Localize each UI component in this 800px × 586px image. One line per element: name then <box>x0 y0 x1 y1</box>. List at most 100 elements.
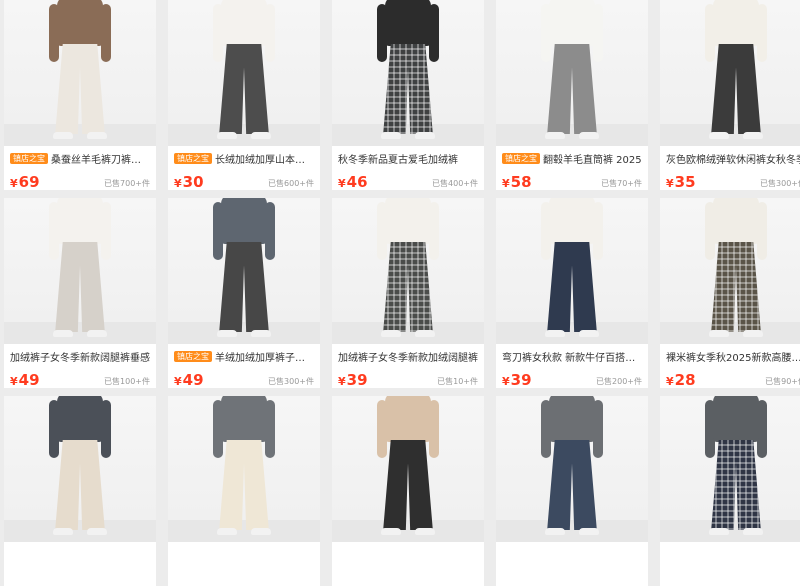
product-card[interactable]: 弯刀裤女秋款 新款牛仔百搭宽松 ¥39 已售200+件 <box>496 198 648 388</box>
product-photo[interactable] <box>496 396 648 542</box>
product-meta: 加绒裤子女冬季新款阔腿裤垂感 ¥49 已售100+件 <box>4 344 156 388</box>
model-top <box>57 0 103 46</box>
sold-count: 已售70+件 <box>601 179 642 188</box>
currency-symbol: ¥ <box>666 177 674 190</box>
product-photo[interactable] <box>168 0 320 146</box>
product-card[interactable]: 灰色欧棉绒弹软休闲裤女秋冬季 ¥35 已售300+件 <box>660 0 800 190</box>
product-title[interactable]: 加绒裤子女冬季新款加绒阔腿裤 <box>338 349 478 364</box>
product-card[interactable]: 裸米裤女季秋2025新款高腰显瘦 ¥28 已售90+件 <box>660 198 800 388</box>
currency-symbol: ¥ <box>174 177 182 190</box>
product-title[interactable]: 桑蚕丝羊毛裤刀裤秋冬季 <box>51 151 150 166</box>
model-figure <box>373 0 443 146</box>
product-title-row[interactable]: 镇店之宝 长绒加绒加厚山本阔腿裤 <box>174 151 314 166</box>
product-card[interactable]: 镇店之宝 羊绒加绒加厚裤子女冬季 ¥49 已售300+件 <box>168 198 320 388</box>
model-top <box>57 396 103 442</box>
product-photo[interactable] <box>4 198 156 344</box>
product-title[interactable]: 灰色欧棉绒弹软休闲裤女秋冬季 <box>666 151 800 166</box>
currency-symbol: ¥ <box>338 375 346 388</box>
product-card[interactable]: 秋冬季新品夏古爱毛加绒裤 ¥46 已售400+件 <box>332 0 484 190</box>
product-title[interactable]: 长绒加绒加厚山本阔腿裤 <box>215 151 314 166</box>
product-price: ¥49 <box>10 370 40 388</box>
product-title-row[interactable]: 加绒裤子女冬季新款阔腿裤垂感 <box>10 349 150 364</box>
product-title-row[interactable]: 秋冬季新品夏古爱毛加绒裤 <box>338 151 478 166</box>
product-title[interactable]: 弯刀裤女秋款 新款牛仔百搭宽松 <box>502 349 642 364</box>
model-shoe <box>87 132 107 139</box>
product-photo[interactable] <box>332 396 484 542</box>
product-card[interactable] <box>660 396 800 586</box>
product-card[interactable]: 镇店之宝 翻毂羊毛直筒裤 2025 ¥58 已售70+件 <box>496 0 648 190</box>
model-shoe <box>381 330 401 337</box>
product-card[interactable] <box>168 396 320 586</box>
sold-count: 已售300+件 <box>760 179 800 188</box>
model-pants <box>383 44 433 134</box>
price-row: ¥39 已售200+件 <box>502 370 642 388</box>
product-title-row[interactable]: 加绒裤子女冬季新款加绒阔腿裤 <box>338 349 478 364</box>
product-meta: 秋冬季新品夏古爱毛加绒裤 ¥46 已售400+件 <box>332 146 484 190</box>
product-title-row[interactable]: 镇店之宝 桑蚕丝羊毛裤刀裤秋冬季 <box>10 151 150 166</box>
model-pants <box>711 440 761 530</box>
store-treasure-badge: 镇店之宝 <box>502 153 540 164</box>
product-price: ¥46 <box>338 172 368 190</box>
product-card[interactable] <box>4 396 156 586</box>
model-shoe <box>53 330 73 337</box>
model-shoe <box>545 330 565 337</box>
model-shoe <box>217 132 237 139</box>
price-row: ¥46 已售400+件 <box>338 172 478 190</box>
product-photo[interactable] <box>660 198 800 344</box>
product-photo[interactable] <box>332 0 484 146</box>
product-title-row[interactable]: 镇店之宝 翻毂羊毛直筒裤 2025 <box>502 151 642 166</box>
model-figure <box>537 396 607 542</box>
product-title-row[interactable]: 镇店之宝 羊绒加绒加厚裤子女冬季 <box>174 349 314 364</box>
model-top <box>221 396 267 442</box>
product-photo[interactable] <box>4 0 156 146</box>
model-figure <box>45 0 115 146</box>
product-photo[interactable] <box>660 396 800 542</box>
price-value: 58 <box>510 173 532 190</box>
product-title[interactable]: 翻毂羊毛直筒裤 2025 <box>543 151 642 166</box>
product-card[interactable]: 加绒裤子女冬季新款加绒阔腿裤 ¥39 已售10+件 <box>332 198 484 388</box>
product-card[interactable] <box>332 396 484 586</box>
product-photo[interactable] <box>332 198 484 344</box>
model-top <box>221 0 267 46</box>
product-title[interactable]: 裸米裤女季秋2025新款高腰显瘦 <box>666 349 800 364</box>
product-title[interactable]: 羊绒加绒加厚裤子女冬季 <box>215 349 314 364</box>
product-photo[interactable] <box>496 198 648 344</box>
sold-count: 已售90+件 <box>765 377 800 386</box>
product-photo[interactable] <box>496 0 648 146</box>
price-value: 35 <box>674 173 696 190</box>
product-photo[interactable] <box>168 396 320 542</box>
product-title-row[interactable]: 灰色欧棉绒弹软休闲裤女秋冬季 <box>666 151 800 166</box>
product-card[interactable]: 镇店之宝 桑蚕丝羊毛裤刀裤秋冬季 ¥69 已售700+件 <box>4 0 156 190</box>
product-price: ¥28 <box>666 370 696 388</box>
sold-count: 已售100+件 <box>104 377 150 386</box>
model-figure <box>373 396 443 542</box>
product-title-row[interactable]: 弯刀裤女秋款 新款牛仔百搭宽松 <box>502 349 642 364</box>
product-photo[interactable] <box>4 396 156 542</box>
model-top <box>549 396 595 442</box>
model-pants <box>55 440 105 530</box>
currency-symbol: ¥ <box>502 177 510 190</box>
currency-symbol: ¥ <box>502 375 510 388</box>
product-price: ¥30 <box>174 172 204 190</box>
price-row: ¥58 已售70+件 <box>502 172 642 190</box>
product-price: ¥39 <box>338 370 368 388</box>
model-pants <box>55 242 105 332</box>
product-photo[interactable] <box>660 0 800 146</box>
product-title[interactable]: 秋冬季新品夏古爱毛加绒裤 <box>338 151 458 166</box>
product-photo[interactable] <box>168 198 320 344</box>
product-title-row[interactable]: 裸米裤女季秋2025新款高腰显瘦 <box>666 349 800 364</box>
product-title[interactable]: 加绒裤子女冬季新款阔腿裤垂感 <box>10 349 150 364</box>
model-top <box>385 396 431 442</box>
product-card[interactable]: 镇店之宝 长绒加绒加厚山本阔腿裤 ¥30 已售600+件 <box>168 0 320 190</box>
model-shoe <box>743 330 763 337</box>
product-card[interactable] <box>496 396 648 586</box>
model-figure <box>373 198 443 344</box>
currency-symbol: ¥ <box>666 375 674 388</box>
model-pants <box>711 44 761 134</box>
product-meta: 镇店之宝 翻毂羊毛直筒裤 2025 ¥58 已售70+件 <box>496 146 648 190</box>
model-shoe <box>709 528 729 535</box>
model-shoe <box>251 528 271 535</box>
product-card[interactable]: 加绒裤子女冬季新款阔腿裤垂感 ¥49 已售100+件 <box>4 198 156 388</box>
model-figure <box>209 0 279 146</box>
sold-count: 已售400+件 <box>432 179 478 188</box>
